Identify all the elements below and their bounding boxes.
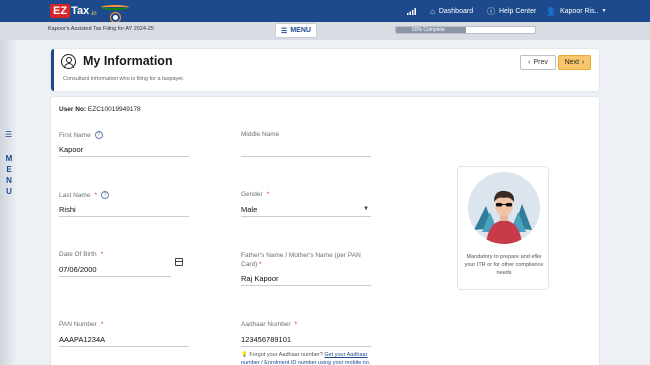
user-menu[interactable]: 👤 Kapoor Ris.. ▼ xyxy=(546,0,606,22)
lightbulb-icon: 💡 xyxy=(241,352,248,358)
progress-label: 50% Complete xyxy=(412,27,445,33)
filing-subtitle: Kapoor's Assisted Tax Filing for AY 2024… xyxy=(48,26,154,32)
user-number-label: User No: xyxy=(59,106,87,113)
side-menu-label: MENU xyxy=(5,153,13,197)
aadhaar-input[interactable]: 123456789101 xyxy=(241,333,371,347)
avatar-illustration xyxy=(468,172,540,244)
flag-decoration-icon xyxy=(101,5,129,10)
side-menu-letter: U xyxy=(6,187,12,196)
dob-field: Date Of Birth * 07/06/2000 xyxy=(59,251,189,277)
gender-select[interactable]: Male ▼ xyxy=(241,203,371,217)
first-name-input[interactable]: Kapoor xyxy=(59,143,189,157)
page-description: Consultant information who is filing for… xyxy=(63,76,185,82)
dashboard-link[interactable]: ⌂ Dashboard xyxy=(430,0,473,22)
gender-field: Gender * Male ▼ xyxy=(241,191,371,217)
first-name-label: First Name xyxy=(59,131,91,139)
pan-field: PAN Number * AAAPA1234A xyxy=(59,321,189,347)
list-icon: ☰ xyxy=(281,27,288,35)
aadhaar-note-prefix: Forgot your Aadhaar number? xyxy=(249,352,323,358)
prev-button[interactable]: ‹ Prev xyxy=(520,55,556,70)
user-number: User No: EZC10019949178 xyxy=(59,106,141,113)
emblem-icon xyxy=(111,13,120,22)
user-icon: 👤 xyxy=(546,6,556,16)
info-text: Mandatory to prepare and efile your ITR … xyxy=(464,254,544,276)
chevron-right-icon: › xyxy=(582,59,585,66)
signal-bars-icon xyxy=(407,0,416,22)
parent-name-field: Father's Name / Mother's Name (per PAN C… xyxy=(241,251,371,286)
last-name-input[interactable]: Rishi xyxy=(59,203,189,217)
logo-in: .in xyxy=(90,11,97,17)
prev-button-label: Prev xyxy=(533,59,548,66)
menu-list-icon: ☰ xyxy=(5,130,13,139)
side-menu-letter: M xyxy=(5,154,13,163)
dob-input[interactable]: 07/06/2000 xyxy=(59,263,171,277)
logo-tax: Tax xyxy=(71,5,90,17)
required-marker: * xyxy=(100,321,104,328)
home-icon: ⌂ xyxy=(430,6,435,16)
my-information-form: User No: EZC10019949178 First Name ? Kap… xyxy=(51,97,599,365)
gender-value: Male xyxy=(241,205,258,214)
chevron-down-icon: ▼ xyxy=(363,206,369,212)
next-button[interactable]: Next › xyxy=(558,55,591,70)
chevron-left-icon: ‹ xyxy=(528,59,531,66)
required-marker: * xyxy=(94,191,97,199)
last-name-field: Last Name * ? Rishi xyxy=(59,191,189,217)
caret-down-icon: ▼ xyxy=(601,8,607,14)
required-marker: * xyxy=(100,251,104,258)
first-name-field: First Name ? Kapoor xyxy=(59,131,189,157)
help-icon: ⓘ xyxy=(487,6,495,16)
top-navbar: EZ Tax .in ⌂ Dashboard ⓘ Help Center 👤 K… xyxy=(0,0,650,22)
side-menu-letter: E xyxy=(6,165,12,174)
side-menu-strip[interactable]: ☰ MENU xyxy=(0,40,18,365)
menu-button[interactable]: ☰ MENU xyxy=(275,23,317,38)
required-marker: * xyxy=(266,191,270,198)
next-button-label: Next xyxy=(564,59,580,66)
parent-name-input[interactable]: Raj Kapoor xyxy=(241,272,371,286)
user-name: Kapoor Ris.. xyxy=(559,7,599,15)
question-icon[interactable]: ? xyxy=(100,191,109,199)
middle-name-input[interactable] xyxy=(241,143,371,157)
menu-button-label: MENU xyxy=(290,27,311,34)
help-center-label: Help Center xyxy=(499,7,537,15)
aadhaar-label: Aadhaar Number xyxy=(241,321,291,328)
middle-name-label: Middle Name xyxy=(241,131,280,138)
help-center-link[interactable]: ⓘ Help Center xyxy=(487,0,536,22)
last-name-label: Last Name xyxy=(59,191,91,199)
required-marker: * xyxy=(294,321,298,328)
aadhaar-field: Aadhaar Number * 123456789101 xyxy=(241,321,371,347)
progress-bar: 50% Complete xyxy=(395,26,536,34)
middle-name-field: Middle Name xyxy=(241,131,371,157)
pan-input[interactable]: AAAPA1234A xyxy=(59,333,189,347)
pan-label: PAN Number xyxy=(59,321,97,328)
dashboard-label: Dashboard xyxy=(438,7,474,15)
question-icon[interactable]: ? xyxy=(94,131,103,139)
page-header-card: My Information Consultant information wh… xyxy=(51,49,599,91)
person-icon xyxy=(61,54,76,69)
sub-header: Kapoor's Assisted Tax Filing for AY 2024… xyxy=(0,22,650,40)
ez-tax-logo[interactable]: EZ Tax .in xyxy=(50,3,97,19)
aadhaar-help-note: 💡 Forgot your Aadhaar number? Get your A… xyxy=(241,351,381,365)
info-illustration-card: Mandatory to prepare and efile your ITR … xyxy=(457,166,549,290)
logo-ez: EZ xyxy=(50,4,71,18)
page-title: My Information xyxy=(83,54,173,68)
side-menu-letter: N xyxy=(6,176,12,185)
progress-fill: 50% Complete xyxy=(396,27,466,33)
dob-label: Date Of Birth xyxy=(59,251,97,258)
gender-label: Gender xyxy=(241,191,263,198)
required-marker: * xyxy=(259,261,262,268)
calendar-icon[interactable] xyxy=(175,258,183,266)
user-number-value: EZC10019949178 xyxy=(87,106,141,113)
